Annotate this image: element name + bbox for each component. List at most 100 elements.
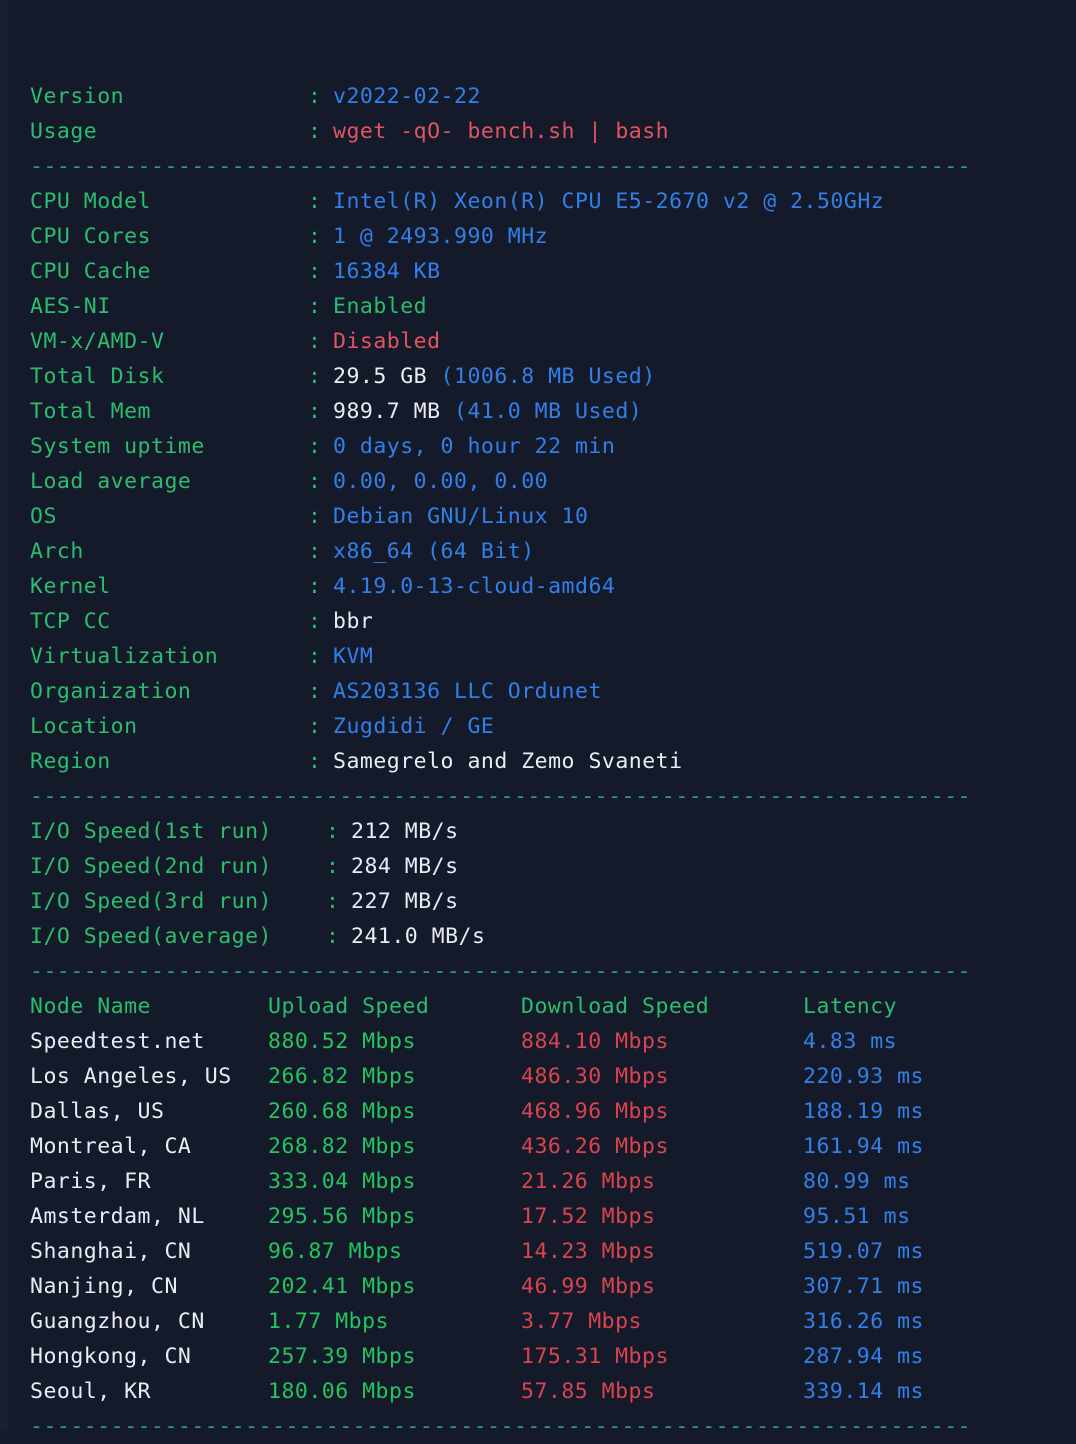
row-value: 227 MB/s xyxy=(351,889,459,914)
system-info-row: System uptime:0 days, 0 hour 22 min xyxy=(8,429,1076,464)
upload-speed: 96.87 Mbps xyxy=(268,1239,403,1264)
latency: 287.94 ms xyxy=(803,1344,924,1369)
table-row: Shanghai, CN 96.87 Mbps 14.23 Mbps 519.07 m… xyxy=(8,1234,1076,1269)
row-value: Samegrelo and Zemo Svaneti xyxy=(333,749,683,774)
row-value: wget -qO- bench.sh | bash xyxy=(333,119,670,144)
node-name: Shanghai, CN xyxy=(30,1239,192,1264)
row-label: Organization xyxy=(30,679,192,704)
table-row: Paris, FR 333.04 Mbps 21.26 Mbps 80.99 ms xyxy=(8,1164,1076,1199)
row-label: CPU Cache xyxy=(30,259,151,284)
download-speed: 3.77 Mbps xyxy=(521,1309,642,1334)
terminal-window[interactable]: Linux debian-1cpu-1024mem-geo-ge 4.19.0-… xyxy=(0,0,1076,1439)
system-info-row: CPU Cores:1 @ 2493.990 MHz xyxy=(8,219,1076,254)
row-colon: : xyxy=(308,609,322,634)
upload-speed: 180.06 Mbps xyxy=(268,1379,416,1404)
row-label: AES-NI xyxy=(30,294,111,319)
download-speed: 21.26 Mbps xyxy=(521,1169,656,1194)
system-info-row: Region: Samegrelo and Zemo Svaneti xyxy=(8,744,1076,779)
row-value: 212 MB/s xyxy=(351,819,459,844)
upload-speed: 257.39 Mbps xyxy=(268,1344,416,1369)
system-info-row: Virtualization: KVM xyxy=(8,639,1076,674)
table-row: Seoul, KR 180.06 Mbps 57.85 Mbps 339.14 ms xyxy=(8,1374,1076,1409)
separator-4: ----------------------------------------… xyxy=(30,1414,972,1439)
row-colon: : xyxy=(308,119,322,144)
table-row: Montreal, CA 268.82 Mbps 436.26 Mbps 161.94… xyxy=(8,1129,1076,1164)
row-colon: : xyxy=(308,574,322,599)
row-label: I/O Speed(2nd run) xyxy=(30,854,272,879)
latency: 4.83 ms xyxy=(803,1029,898,1054)
row-label: Region xyxy=(30,749,111,774)
system-info-row: VM-x/AMD-V: Disabled xyxy=(8,324,1076,359)
speedtest-header-row: Node Name Upload Speed Download Speed Laten… xyxy=(8,989,1076,1024)
upload-speed: 295.56 Mbps xyxy=(268,1204,416,1229)
latency: 339.14 ms xyxy=(803,1379,924,1404)
row-value: Intel(R) Xeon(R) CPU E5-2670 v2 @ 2.50GH… xyxy=(333,189,885,214)
row-colon: : xyxy=(308,364,322,389)
row-colon: : xyxy=(326,924,340,949)
row-value: 284 MB/s xyxy=(351,854,459,879)
io-speed-row: I/O Speed(3rd run):227 MB/s xyxy=(8,884,1076,919)
row-colon: : xyxy=(308,189,322,214)
row-label: Location xyxy=(30,714,138,739)
io-speed-block: I/O Speed(1st run):212 MB/s I/O Speed(2nd… xyxy=(8,814,1076,954)
system-info-row: CPU Cache:16384 KB xyxy=(8,254,1076,289)
table-row: Amsterdam, NL 295.56 Mbps 17.52 Mbps 95.51 … xyxy=(8,1199,1076,1234)
row-label: Load average xyxy=(30,469,192,494)
node-name: Guangzhou, CN xyxy=(30,1309,205,1334)
system-info-block: CPU Model: Intel(R) Xeon(R) CPU E5-2670 v… xyxy=(8,184,1076,779)
row-colon: : xyxy=(308,714,322,739)
system-info-row: Location: Zugdidi / GE xyxy=(8,709,1076,744)
row-colon: : xyxy=(308,644,322,669)
download-speed: 486.30 Mbps xyxy=(521,1064,669,1089)
row-colon: : xyxy=(308,539,322,564)
latency: 307.71 ms xyxy=(803,1274,924,1299)
latency: 220.93 ms xyxy=(803,1064,924,1089)
row-colon: : xyxy=(308,749,322,774)
row-value: 1 @ 2493.990 MHz xyxy=(333,224,549,249)
column-header: Latency xyxy=(803,994,898,1019)
download-speed: 14.23 Mbps xyxy=(521,1239,656,1264)
node-name: Speedtest.net xyxy=(30,1029,205,1054)
row-value: 0.00, 0.00, 0.00 xyxy=(333,469,549,494)
upload-speed: 333.04 Mbps xyxy=(268,1169,416,1194)
row-label: I/O Speed(average) xyxy=(30,924,272,949)
row-label: Virtualization xyxy=(30,644,219,669)
upload-speed: 260.68 Mbps xyxy=(268,1099,416,1124)
row-colon: : xyxy=(308,84,322,109)
row-label: Total Mem xyxy=(30,399,151,424)
node-name: Dallas, US xyxy=(30,1099,165,1124)
row-label: Version xyxy=(30,84,125,109)
row-colon: : xyxy=(308,259,322,284)
separator-1: ----------------------------------------… xyxy=(30,154,972,179)
row-label: Total Disk xyxy=(30,364,165,389)
row-value: x86_64 (64 Bit) xyxy=(333,539,535,564)
latency: 519.07 ms xyxy=(803,1239,924,1264)
row-value: Debian GNU/Linux 10 xyxy=(333,504,589,529)
separator-2: ----------------------------------------… xyxy=(30,784,972,809)
column-header: Upload Speed xyxy=(268,994,430,1019)
row-value: 0 days, 0 hour 22 min xyxy=(333,434,616,459)
node-name: Paris, FR xyxy=(30,1169,151,1194)
row-colon: : xyxy=(308,224,322,249)
row-value: v2022-02-22 xyxy=(333,84,481,109)
table-row: Dallas, US 260.68 Mbps 468.96 Mbps 188.19 m… xyxy=(8,1094,1076,1129)
script-info-row: Usage: wget -qO- bench.sh | bash xyxy=(8,114,1076,149)
row-label: OS xyxy=(30,504,57,529)
table-row: Hongkong, CN 257.39 Mbps 175.31 Mbps 287.94… xyxy=(8,1339,1076,1374)
upload-speed: 202.41 Mbps xyxy=(268,1274,416,1299)
node-name: Montreal, CA xyxy=(30,1134,192,1159)
system-info-row: Load average:0.00, 0.00, 0.00 xyxy=(8,464,1076,499)
download-speed: 46.99 Mbps xyxy=(521,1274,656,1299)
system-info-row: Kernel:4.19.0-13-cloud-amd64 xyxy=(8,569,1076,604)
latency: 80.99 ms xyxy=(803,1169,911,1194)
row-colon: : xyxy=(308,679,322,704)
row-label: Arch xyxy=(30,539,84,564)
system-info-row: Total Mem:989.7 MB (41.0 MB Used) xyxy=(8,394,1076,429)
row-value-extra: (1006.8 MB Used) xyxy=(427,364,656,389)
speedtest-header: Node Name Upload Speed Download Speed Laten… xyxy=(8,989,1076,1024)
io-speed-row: I/O Speed(average):241.0 MB/s xyxy=(8,919,1076,954)
row-value: 4.19.0-13-cloud-amd64 xyxy=(333,574,616,599)
io-speed-row: I/O Speed(1st run):212 MB/s xyxy=(8,814,1076,849)
row-colon: : xyxy=(326,819,340,844)
bench-banner: ------------------- A Bench.sh Script By… xyxy=(8,44,1076,79)
